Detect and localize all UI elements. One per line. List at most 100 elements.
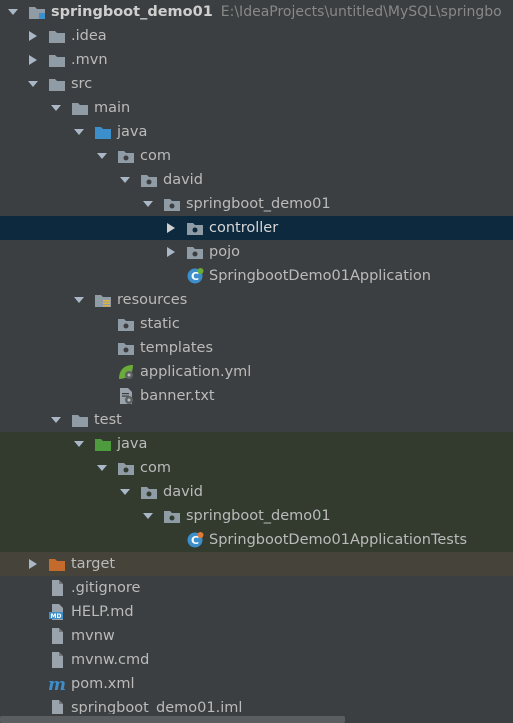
folder-icon: [71, 408, 89, 432]
tree-row-controller[interactable]: controller: [0, 216, 513, 240]
tree-label: springboot_demo01: [186, 508, 331, 524]
svg-text:MD: MD: [51, 613, 62, 620]
file-icon: [48, 648, 66, 672]
tree-row-main-david[interactable]: david: [0, 168, 513, 192]
file-icon: [48, 624, 66, 648]
tree-label: resources: [117, 292, 188, 308]
package-icon: [186, 240, 204, 264]
tree-label: test: [94, 412, 122, 428]
markdown-file-icon: MD: [48, 600, 66, 624]
tree-row-idea[interactable]: .idea: [0, 24, 513, 48]
chevron-down-icon[interactable]: [49, 96, 63, 120]
chevron-right-icon[interactable]: [164, 216, 178, 240]
tree-row-pojo[interactable]: pojo: [0, 240, 513, 264]
tree-label: templates: [140, 340, 214, 356]
tree-row-mvnw-cmd[interactable]: mvnw.cmd: [0, 648, 513, 672]
tree-row-help-md[interactable]: MD HELP.md: [0, 600, 513, 624]
tree-label: java: [117, 124, 148, 140]
tree-label: .gitignore: [71, 580, 141, 596]
tree-row-target[interactable]: target: [0, 552, 513, 576]
tree-row-resources[interactable]: resources: [0, 288, 513, 312]
tree-row-app-class[interactable]: C SpringbootDemo01Application: [0, 264, 513, 288]
chevron-down-icon[interactable]: [141, 192, 155, 216]
maven-icon: m: [48, 672, 66, 696]
tree-row-gitignore[interactable]: .gitignore: [0, 576, 513, 600]
tree-row-application-yml[interactable]: application.yml: [0, 360, 513, 384]
tree-label: mvnw.cmd: [71, 652, 150, 668]
tree-label: david: [163, 172, 203, 188]
chevron-down-icon[interactable]: [118, 168, 132, 192]
folder-icon: [48, 72, 66, 96]
tree-row-test-java[interactable]: java: [0, 432, 513, 456]
tree-label: target: [71, 556, 116, 572]
tree-row-main[interactable]: main: [0, 96, 513, 120]
tree-label: mvnw: [71, 628, 115, 644]
tree-label: .idea: [71, 28, 107, 44]
tree-row-test-class[interactable]: C SpringbootDemo01ApplicationTests: [0, 528, 513, 552]
svg-text:m: m: [48, 675, 66, 693]
folder-icon: [117, 336, 135, 360]
chevron-down-icon[interactable]: [95, 144, 109, 168]
file-icon: [48, 576, 66, 600]
tree-row-test-com[interactable]: com: [0, 456, 513, 480]
chevron-right-icon[interactable]: [26, 552, 40, 576]
tree-row-test-david[interactable]: david: [0, 480, 513, 504]
tree-row-templates[interactable]: templates: [0, 336, 513, 360]
folder-icon: [48, 24, 66, 48]
package-icon: [186, 216, 204, 240]
folder-icon: [71, 96, 89, 120]
chevron-down-icon[interactable]: [49, 408, 63, 432]
tree-label: controller: [209, 220, 279, 236]
project-name: springboot_demo01: [51, 4, 213, 20]
chevron-right-icon[interactable]: [164, 240, 178, 264]
tree-row-pom-xml[interactable]: m pom.xml: [0, 672, 513, 696]
chevron-down-icon[interactable]: [26, 72, 40, 96]
chevron-right-icon[interactable]: [26, 48, 40, 72]
package-icon: [140, 168, 158, 192]
tree-row-test[interactable]: test: [0, 408, 513, 432]
module-folder-icon: [28, 0, 46, 24]
tree-row-main-com[interactable]: com: [0, 144, 513, 168]
chevron-right-icon[interactable]: [26, 24, 40, 48]
text-file-icon: [117, 384, 135, 408]
resources-folder-icon: [94, 288, 112, 312]
package-icon: [163, 192, 181, 216]
chevron-down-icon[interactable]: [6, 0, 20, 24]
package-icon: [117, 456, 135, 480]
tree-label: SpringbootDemo01ApplicationTests: [209, 532, 468, 548]
tree-row-test-package[interactable]: springboot_demo01: [0, 504, 513, 528]
chevron-down-icon[interactable]: [72, 432, 86, 456]
tree-label: SpringbootDemo01Application: [209, 268, 431, 284]
tree-label: src: [71, 76, 93, 92]
tree-row-src[interactable]: src: [0, 72, 513, 96]
project-path: E:\IdeaProjects\untitled\MySQL\springbo: [220, 4, 502, 20]
chevron-down-icon[interactable]: [95, 456, 109, 480]
tree-label: springboot_demo01: [186, 196, 331, 212]
tree-row-mvnw[interactable]: mvnw: [0, 624, 513, 648]
test-folder-icon: [94, 432, 112, 456]
excluded-folder-icon: [48, 552, 66, 576]
tree-row-mvn[interactable]: .mvn: [0, 48, 513, 72]
scrollbar-thumb[interactable]: [0, 716, 345, 723]
tree-label: pom.xml: [71, 676, 135, 692]
tree-row-static[interactable]: static: [0, 312, 513, 336]
tree-label: banner.txt: [140, 388, 215, 404]
tree-row-main-java[interactable]: java: [0, 120, 513, 144]
spring-class-icon: C: [186, 264, 204, 288]
horizontal-scrollbar[interactable]: [0, 714, 513, 723]
tree-label: HELP.md: [71, 604, 134, 620]
chevron-down-icon[interactable]: [141, 504, 155, 528]
chevron-down-icon[interactable]: [72, 288, 86, 312]
chevron-down-icon[interactable]: [118, 480, 132, 504]
tree-row-project-root[interactable]: springboot_demo01 E:\IdeaProjects\untitl…: [0, 0, 513, 24]
tree-row-main-package[interactable]: springboot_demo01: [0, 192, 513, 216]
package-icon: [117, 144, 135, 168]
tree-label: david: [163, 484, 203, 500]
tree-label: .mvn: [71, 52, 108, 68]
folder-icon: [117, 312, 135, 336]
tree-label: com: [140, 148, 171, 164]
chevron-down-icon[interactable]: [72, 120, 86, 144]
package-icon: [140, 480, 158, 504]
tree-row-banner-txt[interactable]: banner.txt: [0, 384, 513, 408]
spring-leaf-icon: [117, 360, 135, 384]
